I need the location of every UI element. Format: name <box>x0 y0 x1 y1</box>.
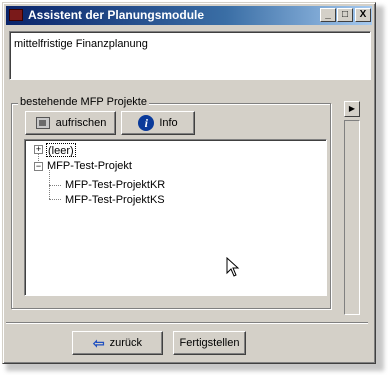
window-title: Assistent der Planungsmodule <box>28 8 205 22</box>
refresh-button[interactable]: aufrischen <box>25 111 116 135</box>
finish-button[interactable]: Fertigstellen <box>173 331 246 355</box>
module-description-box: mittelfristige Finanzplanung <box>9 31 371 80</box>
side-panel <box>344 120 360 315</box>
close-button[interactable]: X <box>355 8 371 22</box>
tree-collapse-icon[interactable]: − <box>34 162 43 171</box>
refresh-button-label: aufrischen <box>55 117 107 129</box>
footer-divider <box>6 322 368 324</box>
tree-connector <box>49 199 61 200</box>
app-icon <box>9 9 23 21</box>
mouse-pointer-icon <box>226 257 240 277</box>
tree-node-leer[interactable]: (leer) <box>46 143 76 157</box>
maximize-button[interactable]: □ <box>337 8 353 22</box>
projects-group-label: bestehende MFP Projekte <box>18 96 149 108</box>
finish-button-label: Fertigstellen <box>179 337 240 349</box>
back-button-label: zurück <box>109 337 143 349</box>
side-arrow-button[interactable]: ▶ <box>344 101 360 117</box>
refresh-icon <box>35 115 51 131</box>
project-tree[interactable]: + (leer) − MFP-Test-Projekt MFP-Test-Pro… <box>24 139 327 296</box>
back-arrow-icon: ⇦ <box>92 335 105 351</box>
minimize-button[interactable]: _ <box>320 8 336 22</box>
tree-node-mfp-test-projekt-kr[interactable]: MFP-Test-ProjektKR <box>65 178 165 192</box>
info-button[interactable]: i Info <box>121 111 195 135</box>
tree-node-mfp-test-projekt[interactable]: MFP-Test-Projekt <box>47 159 132 173</box>
tree-node-mfp-test-projekt-ks[interactable]: MFP-Test-ProjektKS <box>65 193 165 207</box>
tree-expand-icon[interactable]: + <box>34 145 43 154</box>
tree-connector <box>49 185 61 186</box>
info-button-label: Info <box>159 117 178 129</box>
back-button[interactable]: ⇦ zurück <box>72 331 163 355</box>
title-bar[interactable]: Assistent der Planungsmodule _ □ X <box>6 6 372 25</box>
module-description-text: mittelfristige Finanzplanung <box>14 38 148 50</box>
info-icon: i <box>138 115 155 131</box>
